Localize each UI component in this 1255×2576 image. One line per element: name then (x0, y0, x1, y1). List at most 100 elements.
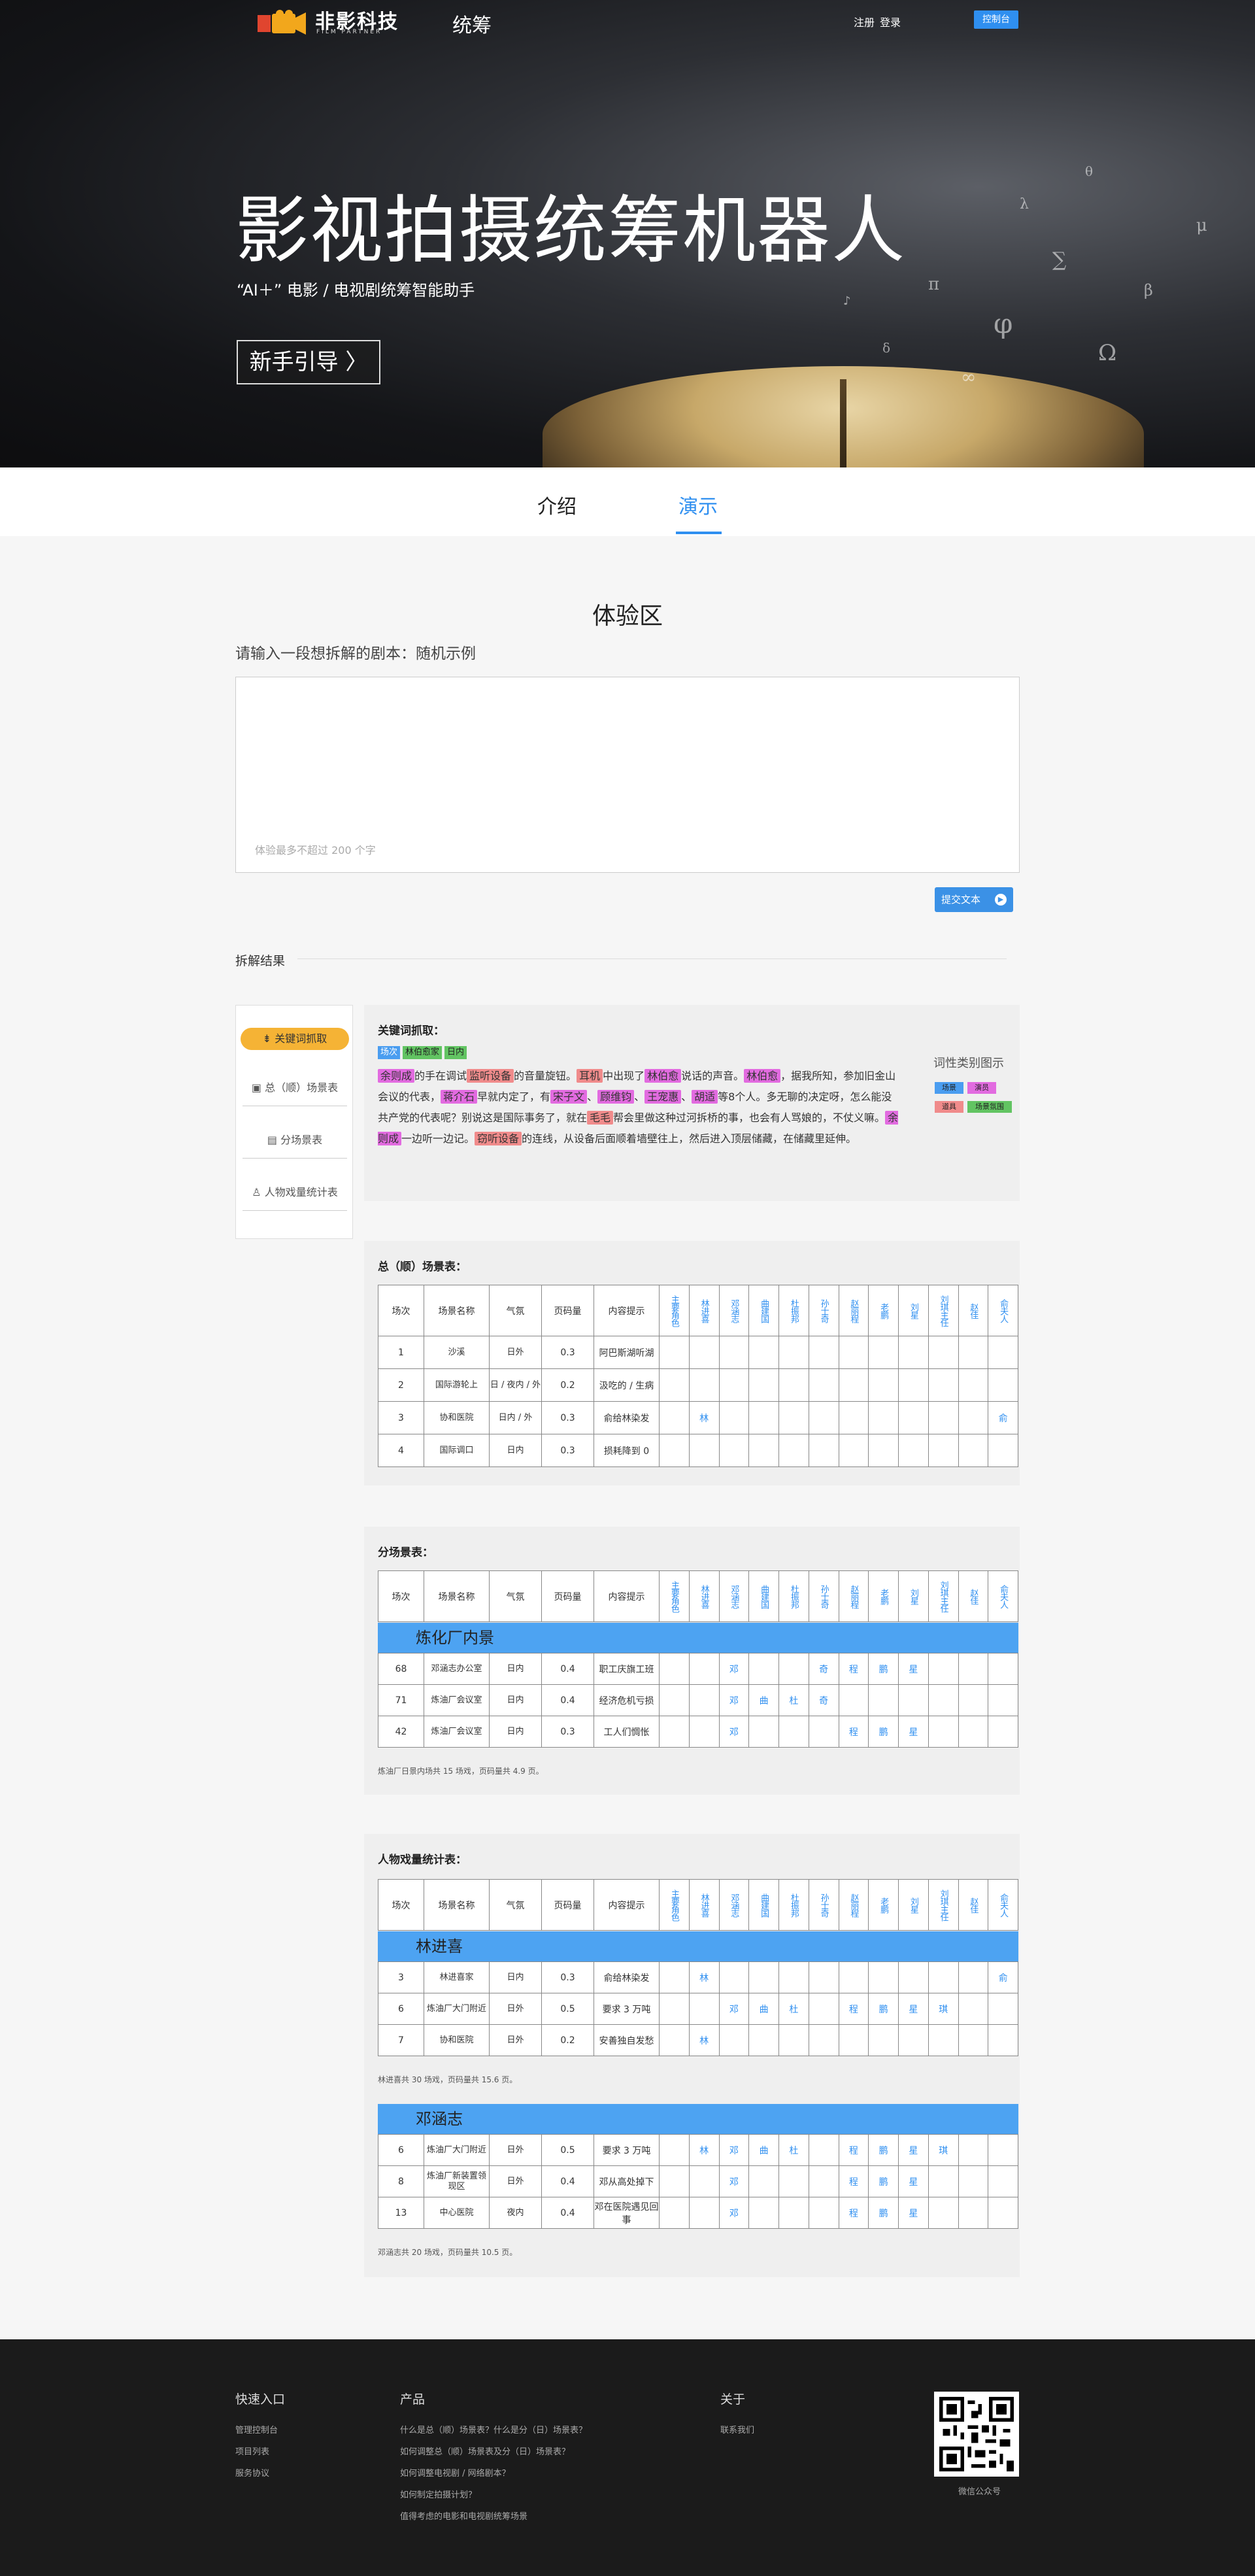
guide-button[interactable]: 新手引导 〉 (237, 340, 380, 384)
table-row[interactable]: 8 炼油厂新装置领现区 日外 0.4 邓从高处掉下 邓 程鹏星 (378, 2165, 1018, 2197)
table-row[interactable]: 68 邓涵志办公室 日内 0.4 职工庆旗工班 邓 奇程鹏星 (378, 1653, 1018, 1685)
login-link[interactable]: 登录 (880, 14, 901, 29)
qr-label: 微信公众号 (958, 2487, 1001, 2497)
table-cell: 炼油厂新装置领现区 (424, 2165, 490, 2197)
column-header: 场景名称 (424, 1570, 490, 1622)
nav-title[interactable]: 统筹 (452, 9, 492, 38)
table-cell: 3 (378, 1961, 424, 1993)
role-column-header: 主要角色 (659, 1285, 690, 1336)
table-row[interactable]: 7 协和医院 日外 0.2 安善独自发愁林 (378, 2024, 1018, 2056)
role-cell: 鹏 (868, 1653, 899, 1685)
register-link[interactable]: 注册 (854, 14, 875, 29)
highlighted-keyword: 窃听设备 (475, 1132, 522, 1145)
role-cell (808, 2165, 839, 2197)
role-cell (748, 2024, 779, 2056)
table-cell: 日外 (489, 2024, 542, 2056)
tag-scene: 场次 (378, 1046, 401, 1059)
calendar-icon: ▣ (251, 1081, 265, 1094)
role-cell (988, 2197, 1018, 2229)
column-header: 场次 (378, 1285, 424, 1336)
footer-link[interactable]: 项目列表 (235, 2445, 269, 2457)
role-cell (778, 1961, 809, 1993)
role-cell (659, 2197, 690, 2229)
film-camera-icon (258, 10, 306, 35)
side-nav-character-stats[interactable]: ♙ 人物戏量统计表 (243, 1174, 347, 1211)
table-row[interactable]: 3 林进喜家 日内 0.3 俞给林染发林 俞 (378, 1961, 1018, 1993)
footer-link[interactable]: 服务协议 (235, 2466, 269, 2479)
role-cell (659, 1716, 690, 1748)
qr-code-icon (934, 2392, 1019, 2477)
table-row[interactable]: 6 炼油厂大门附近 日外 0.5 要求 3 万吨林邓曲杜程鹏星琪 (378, 2134, 1018, 2166)
column-header: 场景名称 (424, 1285, 490, 1336)
keywords-text: 余则成 的手在调试 监听设备 的音量旋钮。 耳机 中出现了 林伯愈 说话的声音。 林伯愈 ，据我所… (378, 1069, 899, 1145)
table-row[interactable]: 3 协和医院 日内 / 外 0.3 俞给林染发林 俞 (378, 1401, 1018, 1434)
role-column-header: 孙士奇 (808, 1570, 839, 1622)
role-cell (958, 1401, 989, 1434)
role-cell: 琪 (928, 1993, 959, 2025)
table-row[interactable]: 4 国际调口 日内 0.3 损耗降到 0 (378, 1434, 1018, 1467)
highlighted-keyword: 监听设备 (467, 1069, 514, 1083)
footer-link[interactable]: 联系我们 (720, 2423, 754, 2435)
role-column-header: 孙士奇 (808, 1879, 839, 1931)
role-cell (988, 1993, 1018, 2025)
tab-intro[interactable]: 介绍 (537, 490, 577, 519)
table-row[interactable]: 13 中心医院 夜内 0.4 邓在医院遇见回事 邓 程鹏星 (378, 2197, 1018, 2229)
table-row[interactable]: 1 沙溪 日外 0.3 阿巴斯湖听湖 (378, 1336, 1018, 1369)
role-cell (868, 1336, 899, 1369)
role-column-header: 曲建国 (748, 1285, 779, 1336)
side-nav-master-scenes[interactable]: ▣ 总（顺）场景表 (243, 1070, 347, 1106)
side-nav-keywords[interactable]: ⇟ 关键词抓取 (241, 1028, 349, 1050)
side-nav-scene-breakdown[interactable]: ▤ 分场景表 (243, 1122, 347, 1159)
tab-demo[interactable]: 演示 (678, 490, 718, 519)
role-column-header: 俞夫人 (988, 1285, 1018, 1336)
role-column-header: 刘琪主任 (928, 1285, 959, 1336)
role-cell (748, 1961, 779, 1993)
role-cell (808, 1368, 839, 1402)
role-cell (928, 1368, 959, 1402)
table-row[interactable]: 6 炼油厂大门附近 日外 0.5 要求 3 万吨 邓曲杜程鹏星琪 (378, 1993, 1018, 2025)
table-cell: 0.5 (541, 2134, 594, 2166)
role-cell (659, 1684, 690, 1716)
role-cell: 邓 (718, 1684, 750, 1716)
role-column-header: 杜振邦 (778, 1570, 809, 1622)
table-cell: 炼油厂大门附近 (424, 2134, 490, 2166)
role-cell (928, 1434, 959, 1467)
role-cell (778, 1368, 809, 1402)
table-cell: 损耗降到 0 (594, 1434, 660, 1467)
role-cell (928, 1336, 959, 1369)
role-column-header: 老鹏 (868, 1285, 899, 1336)
table-cell: 炼油厂会议室 (424, 1716, 490, 1748)
table-row[interactable]: 2 国际游轮上日 / 夜内 / 外 0.2 汲吃的 / 生病 (378, 1368, 1018, 1402)
role-cell (958, 1716, 989, 1748)
role-cell: 星 (898, 2134, 929, 2166)
role-column-header: 主要角色 (659, 1879, 690, 1931)
role-cell: 鹏 (868, 1993, 899, 2025)
footer-link[interactable]: 如何调整电视剧 / 网络剧本？ (400, 2466, 510, 2479)
section-title: 体验区 (592, 603, 663, 630)
table-row[interactable]: 42 炼油厂会议室 日内 0.3 工人们惆怅 邓 程鹏星 (378, 1716, 1018, 1748)
role-cell (808, 1993, 839, 2025)
character-note: 林进喜共 30 场戏，页码量共 15.6 页。 (378, 2075, 518, 2084)
table-cell: 经济危机亏损 (594, 1684, 660, 1716)
footer-link[interactable]: 如何调整总（顺）场景表及分（日）场景表？ (400, 2445, 570, 2457)
role-cell: 邓 (718, 2197, 750, 2229)
console-button[interactable]: 控制台 (974, 10, 1018, 29)
tag-icon: ⇟ (262, 1032, 275, 1045)
role-cell: 邓 (718, 2165, 750, 2197)
footer-link[interactable]: 值得考虑的电影和电视剧统筹场景 (400, 2509, 527, 2522)
role-cell (928, 1961, 959, 1993)
logo[interactable] (256, 8, 307, 39)
submit-button[interactable]: 提交文本 ▶ (935, 887, 1013, 912)
table-row[interactable]: 71 炼油厂会议室 日内 0.4 经济危机亏损 邓曲杜奇 (378, 1684, 1018, 1716)
table-cell: 邓从高处掉下 (594, 2165, 660, 2197)
table-cell: 工人们惆怅 (594, 1716, 660, 1748)
role-cell (838, 2024, 869, 2056)
footer-link[interactable]: 如何制定拍摄计划？ (400, 2488, 477, 2500)
role-cell (868, 1368, 899, 1402)
footer-link[interactable]: 管理控制台 (235, 2423, 278, 2435)
table-cell: 日外 (489, 1993, 542, 2025)
footer-link[interactable]: 什么是总（顺）场景表？什么是分（日）场景表？ (400, 2423, 587, 2435)
role-column-header: 孙士奇 (808, 1285, 839, 1336)
table-cell: 中心医院 (424, 2197, 490, 2229)
role-cell (748, 1336, 779, 1369)
